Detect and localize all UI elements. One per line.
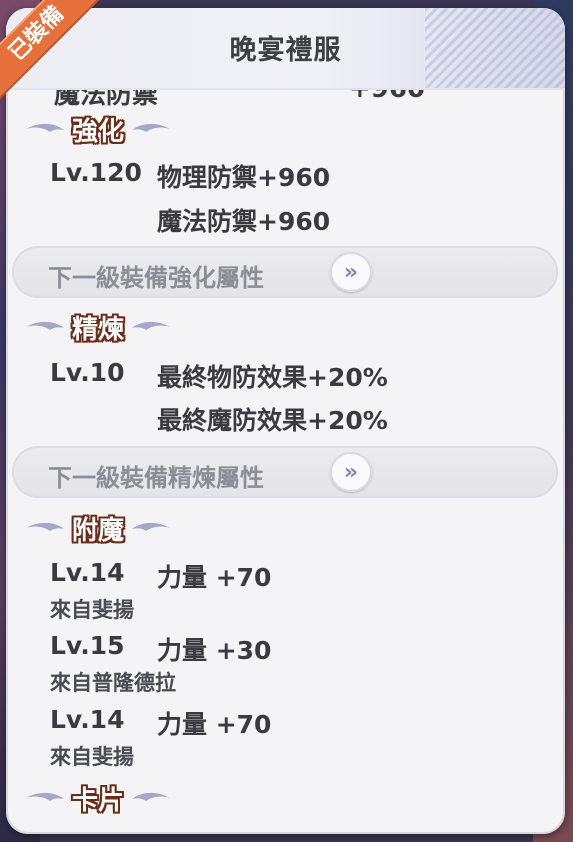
next-smelt-label: 下一級裝備精煉屬性 bbox=[48, 464, 264, 492]
wing-left-icon bbox=[24, 120, 66, 138]
wing-right-icon bbox=[130, 519, 172, 537]
section-smelt-title: 精煉 bbox=[72, 314, 125, 345]
enchant-level-1: Lv.14 bbox=[50, 558, 125, 587]
smelt-attr-2: 最終魔防效果+20% bbox=[157, 406, 388, 435]
equipped-badge: 已裝備 bbox=[0, 0, 112, 109]
wing-left-icon bbox=[24, 519, 66, 537]
enchant-source-1: 來自斐揚 bbox=[50, 598, 134, 622]
enchant-level-2: Lv.15 bbox=[50, 631, 125, 660]
refine-attr-2: 魔法防禦+960 bbox=[157, 207, 331, 236]
next-refine-bar[interactable]: 下一級裝備強化屬性 » bbox=[12, 246, 558, 298]
wing-left-icon bbox=[24, 789, 66, 807]
enchant-attr-1: 力量 +70 bbox=[157, 563, 272, 592]
wing-right-icon bbox=[130, 120, 172, 138]
wing-right-icon bbox=[130, 318, 172, 336]
section-card-header: 卡片 bbox=[24, 781, 172, 816]
enchant-attr-3: 力量 +70 bbox=[157, 710, 272, 739]
double-chevron-right-icon[interactable]: » bbox=[330, 452, 372, 492]
double-chevron-right-icon[interactable]: » bbox=[330, 252, 372, 292]
smelt-attr-1: 最終物防效果+20% bbox=[157, 363, 388, 392]
section-enchant-title: 附魔 bbox=[72, 515, 125, 546]
enchant-source-2: 來自普隆德拉 bbox=[50, 671, 176, 695]
next-smelt-bar[interactable]: 下一級裝備精煉屬性 » bbox=[12, 446, 558, 498]
section-refine-header: 強化 bbox=[24, 112, 172, 147]
next-refine-label: 下一級裝備強化屬性 bbox=[48, 264, 264, 292]
refine-attr-1: 物理防禦+960 bbox=[157, 163, 331, 192]
enchant-attr-2: 力量 +30 bbox=[157, 636, 272, 665]
wing-left-icon bbox=[24, 318, 66, 336]
wing-right-icon bbox=[130, 789, 172, 807]
section-smelt-header: 精煉 bbox=[24, 310, 172, 345]
section-card-title: 卡片 bbox=[72, 785, 125, 816]
equipped-badge-wrap: 已裝備 bbox=[0, 0, 114, 112]
refine-level: Lv.120 bbox=[50, 158, 142, 187]
enchant-source-3: 來自斐揚 bbox=[50, 745, 134, 769]
enchant-level-3: Lv.14 bbox=[50, 705, 125, 734]
smelt-level: Lv.10 bbox=[50, 358, 125, 387]
equipment-detail-panel: 晚宴禮服 魔法防禦 +960 強化 Lv.120 物理防禦+960 魔法防禦+9… bbox=[6, 8, 565, 834]
section-enchant-header: 附魔 bbox=[24, 511, 172, 546]
section-refine-title: 強化 bbox=[72, 116, 125, 147]
